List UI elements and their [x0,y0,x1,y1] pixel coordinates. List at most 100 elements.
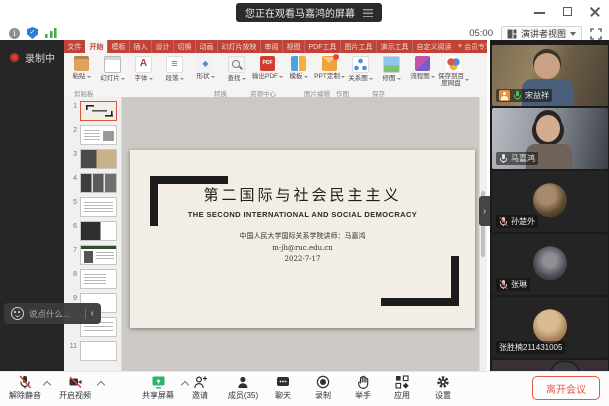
slide-number: 7 [69,245,77,254]
info-icon[interactable] [9,28,20,39]
slide-thumbnail-image[interactable] [80,245,117,265]
chat-button[interactable]: 聊天 [275,375,291,401]
participant-tile[interactable]: 马嘉鸿 [492,108,608,169]
raise-hand-icon [356,375,370,389]
emoji-icon[interactable] [11,307,24,320]
ribbon-tab[interactable]: PDF工具 [304,40,340,53]
participant-tile[interactable]: 宋益祥 [492,45,608,106]
security-shield-icon[interactable] [27,27,38,39]
minimize-button[interactable] [534,6,545,17]
fullscreen-button[interactable] [590,28,602,40]
participant-avatar [533,309,567,343]
ribbon-tab-label: 文件 [68,42,82,52]
invite-button[interactable]: 邀请 [192,375,208,401]
ribbon-tab[interactable]: 开始 [85,40,107,53]
slide-thumbnail[interactable]: 5 [64,197,121,221]
slide-thumbnail[interactable]: 11 [64,341,121,365]
ribbon-tab[interactable]: 切换 [173,40,195,53]
share-screen-button[interactable]: 共享屏幕 [142,375,174,401]
sidebar-collapse-handle[interactable] [479,196,490,226]
participant-tile[interactable]: 张胜楠211431005 [492,297,608,358]
record-button[interactable]: 录制 [315,375,331,401]
slide-number: 5 [69,197,77,206]
ribbon-tool-button[interactable]: 段落 [159,55,190,87]
ribbon-tab[interactable]: 设计 [151,40,173,53]
apps-button[interactable]: 应用 [394,375,410,401]
ribbon-tool-button[interactable]: 修图 [376,55,407,87]
ribbon-tool-button[interactable]: 粘贴 [66,55,97,87]
slide-thumbnail[interactable]: 4 [64,173,121,197]
quick-chat-pill[interactable]: 说点什么... ‹ [4,303,101,324]
ribbon-tab[interactable]: 动画 [195,40,217,53]
participant-name: 张琳 [511,279,527,290]
maximize-button[interactable] [562,6,573,17]
slide-thumbnail-image[interactable] [80,173,117,193]
slide-thumbnail-image[interactable] [80,101,117,121]
view-mode-label: 演讲者视图 [521,27,566,40]
slide-thumbnail[interactable]: 1 [64,101,121,125]
slide-thumbnail-panel[interactable]: 1 2 3 4 [64,97,122,372]
slide-thumbnail-image[interactable] [80,341,117,361]
slide-thumbnail-image[interactable] [80,221,117,241]
ribbon-tab-label: 图片工具 [345,42,373,52]
ribbon-tab[interactable]: 审阅 [260,40,282,53]
recording-icon [10,53,19,62]
slide-thumbnail[interactable]: 3 [64,149,121,173]
slide-thumbnail-image[interactable] [80,269,117,289]
ribbon-tool-button[interactable]: 幻灯片 [97,55,128,87]
participant-tile[interactable]: 张琳 [492,234,608,295]
slide-thumbnail[interactable]: 2 [64,125,121,149]
participant-tile[interactable]: 孙楚外 [492,171,608,232]
ribbon-tool-button[interactable]: 查找 [221,55,252,87]
ribbon-tab[interactable]: 文件 [64,40,85,53]
ribbon-tool-button[interactable]: 字体 [128,55,159,87]
slide-number: 1 [69,101,77,110]
ribbon-tool-button[interactable]: 模板 [283,55,314,87]
share-options-chevron[interactable] [182,380,189,387]
meeting-bottom-toolbar: 解除静音 开启视频 共享屏幕 邀请 成员(35) 聊天 录制 [0,371,609,406]
ribbon-tab[interactable]: 演示工具 [376,40,412,53]
window-controls [534,6,601,17]
close-button[interactable] [590,6,601,17]
ribbon-tool-button[interactable]: 形状 [190,55,221,87]
start-video-button[interactable]: 开启视频 [59,375,91,401]
ribbon-tool-button[interactable]: PPT定制 [314,55,345,87]
slide-thumbnail[interactable]: 6 [64,221,121,245]
host-badge-icon [499,90,510,101]
slide-thumbnail-image[interactable] [80,197,117,217]
slide-thumbnail-image[interactable] [80,149,117,169]
slide-text-block: 第二国际与社会民主主义 THE SECOND INTERNATIONAL AND… [130,184,475,266]
mic-options-chevron[interactable] [44,380,51,387]
ribbon-tool-button[interactable]: 关系图 [345,55,376,87]
raise-hand-button[interactable]: 举手 [355,375,371,401]
mic-muted-icon [499,279,508,290]
ribbon-tool-button[interactable]: 输出PDF [252,55,283,87]
view-mode-button[interactable]: 演讲者视图 [501,26,582,41]
leave-meeting-button[interactable]: 离开会议 [532,376,600,400]
slide-thumbnail[interactable]: 8 [64,269,121,293]
mic-muted-icon [18,375,32,389]
slide-info: 中国人民大学国际关系学院讲师：马嘉鸿 m-jh@ruc.edu.cn 2022-… [130,231,475,266]
unmute-button[interactable]: 解除静音 [9,375,41,401]
ribbon-tool-button[interactable]: 流程图 [407,55,438,87]
video-options-chevron[interactable] [98,380,105,387]
banner-menu-icon[interactable] [363,9,373,17]
ribbon-tab[interactable]: 插入 [129,40,151,53]
canvas-scrollbar[interactable] [479,97,487,372]
slide-thumbnail-image[interactable] [80,125,117,145]
chat-placeholder[interactable]: 说点什么... [29,308,70,320]
heart-icon [458,43,462,50]
shared-screen-ppt-window: 文件 开始 模板 插入 设计 切换 动画 幻灯片放映 审阅 [64,40,487,372]
ribbon-tab[interactable]: 幻灯片放映 [217,40,260,53]
ribbon-tool-button[interactable]: 保存到百度网盘 [438,55,469,87]
members-button[interactable]: 成员(35) [228,375,258,401]
ribbon-tab[interactable]: 图片工具 [340,40,376,53]
ribbon-tab-label: 插入 [134,42,148,52]
ribbon-tab[interactable]: 模板 [107,40,129,53]
collapse-left-icon[interactable]: ‹ [91,309,94,319]
settings-button[interactable]: 设置 [435,375,451,401]
ribbon-tab[interactable]: 自定义阅读 [412,40,455,53]
vip-tab[interactable]: 会员专享 [455,40,487,53]
slide-thumbnail[interactable]: 7 [64,245,121,269]
ribbon-tab[interactable]: 视图 [282,40,304,53]
